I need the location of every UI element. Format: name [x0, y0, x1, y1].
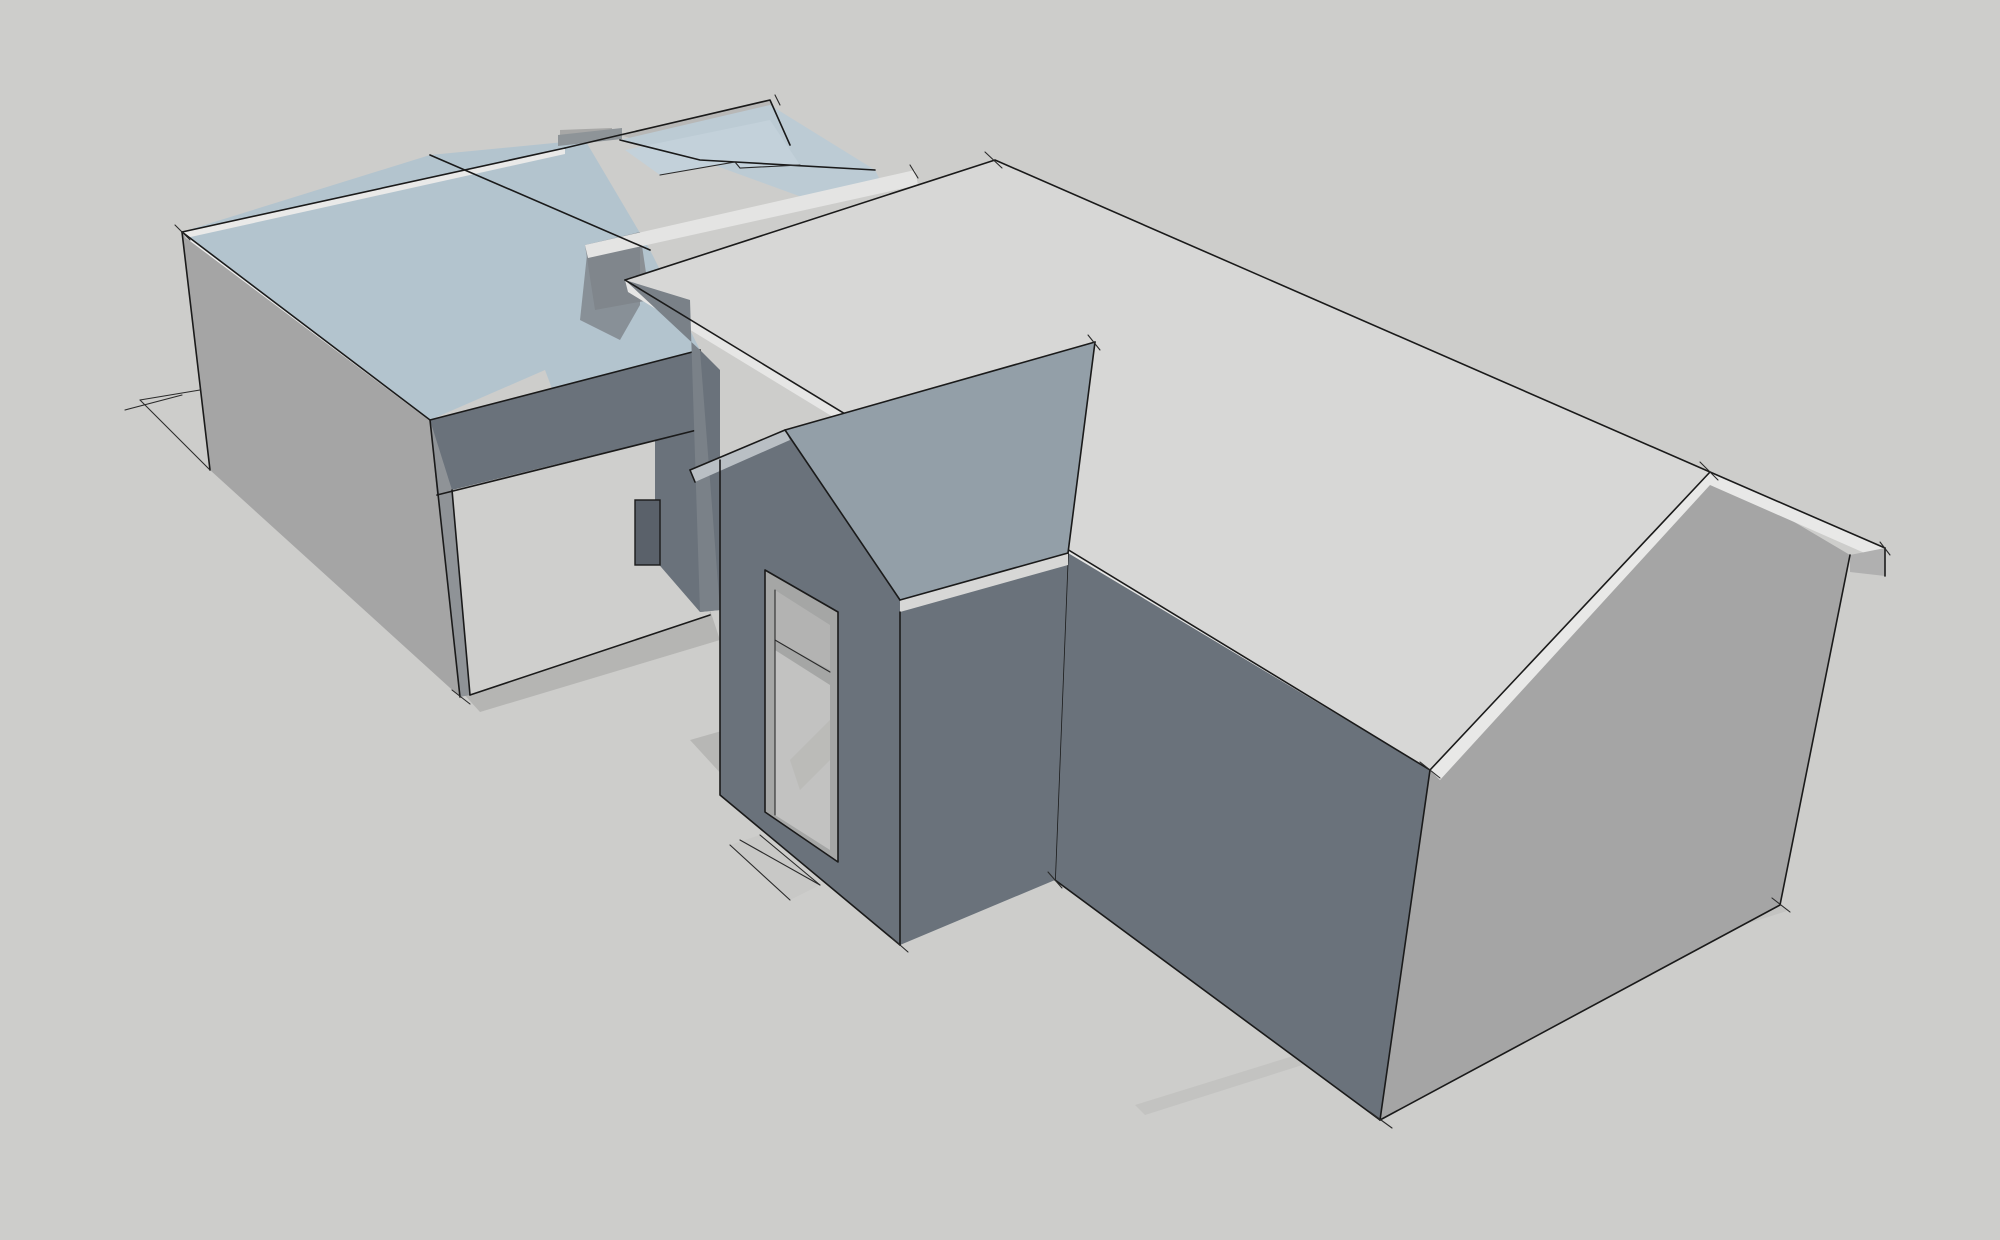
3d-house-model[interactable] [0, 0, 2000, 1240]
sketchup-viewport[interactable] [0, 0, 2000, 1240]
small-side-window [634, 499, 661, 566]
entrance-porch[interactable] [689, 341, 1096, 946]
porch-right-wall [900, 553, 1068, 945]
